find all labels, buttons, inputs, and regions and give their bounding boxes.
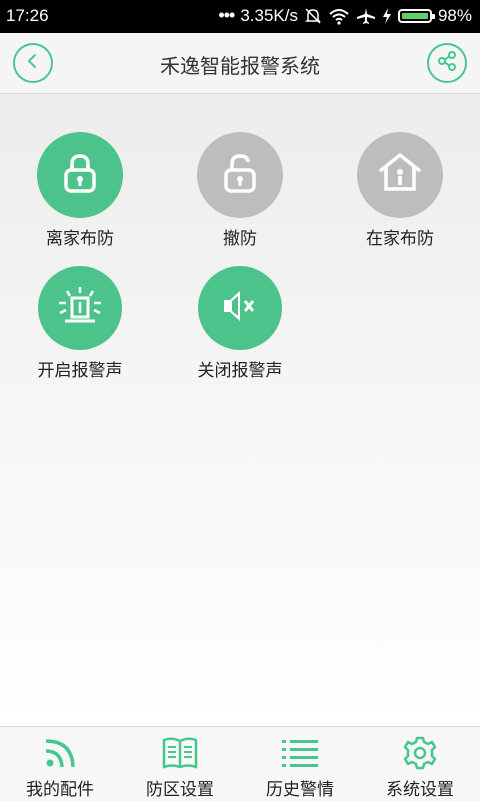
rss-icon [43, 735, 77, 771]
status-right: ••• 3.35K/s 98% [218, 5, 472, 26]
share-icon [436, 50, 458, 76]
arm-away-button[interactable] [37, 132, 123, 218]
siren-on-label: 开启报警声 [37, 361, 123, 381]
disarm-label: 撤防 [223, 229, 257, 249]
wifi-icon [328, 7, 350, 25]
tab-accessories[interactable]: 我的配件 [0, 727, 120, 801]
action-arm-home[interactable]: 在家布防 [320, 132, 480, 249]
action-disarm[interactable]: 撤防 [160, 132, 320, 249]
speaker-mute-icon [218, 286, 262, 330]
arm-home-label: 在家布防 [366, 229, 434, 249]
siren-icon [57, 286, 103, 330]
disarm-button[interactable] [197, 132, 283, 218]
lock-closed-icon [58, 151, 102, 199]
app-header: 禾逸智能报警系统 [0, 33, 480, 94]
house-icon [376, 151, 424, 199]
list-icon [281, 735, 319, 771]
tab-accessories-label: 我的配件 [26, 780, 94, 800]
charging-icon [382, 7, 392, 24]
arm-home-button[interactable] [357, 132, 443, 218]
tab-alarm-history-label: 历史警情 [266, 780, 334, 800]
siren-off-label: 关闭报警声 [197, 361, 283, 381]
page-title: 禾逸智能报警系统 [160, 54, 320, 78]
tab-system-settings-label: 系统设置 [386, 780, 454, 800]
action-arm-away[interactable]: 离家布防 [0, 132, 160, 249]
siren-off-button[interactable] [198, 266, 282, 350]
battery-icon [397, 8, 435, 23]
tab-zone-settings-label: 防区设置 [146, 780, 214, 800]
status-time: 17:26 [6, 6, 49, 25]
battery-percent: 98% [437, 5, 472, 25]
action-siren-off[interactable]: 关闭报警声 [160, 266, 320, 381]
more-dots-icon: ••• [218, 5, 235, 25]
gear-icon [402, 735, 438, 771]
arm-away-label: 离家布防 [46, 229, 114, 249]
airplane-icon [356, 7, 376, 25]
status-bar: 17:26 ••• 3.35K/s 98% [0, 0, 480, 33]
tab-zone-settings[interactable]: 防区设置 [120, 727, 240, 801]
action-siren-on[interactable]: 开启报警声 [0, 266, 160, 381]
bottom-tab-bar: 我的配件 防区设置 历史警情 系统设置 [0, 726, 480, 801]
siren-on-button[interactable] [38, 266, 122, 350]
book-icon [162, 735, 198, 771]
lock-open-icon [218, 151, 262, 199]
main-panel: 离家布防 撤防 在家布防 开启报警声 关闭报警声 [0, 94, 480, 726]
tab-system-settings[interactable]: 系统设置 [360, 727, 480, 801]
mute-bell-icon [304, 7, 322, 25]
tab-alarm-history[interactable]: 历史警情 [240, 727, 360, 801]
network-speed: 3.35K/s [240, 5, 298, 25]
share-button[interactable] [427, 43, 467, 83]
